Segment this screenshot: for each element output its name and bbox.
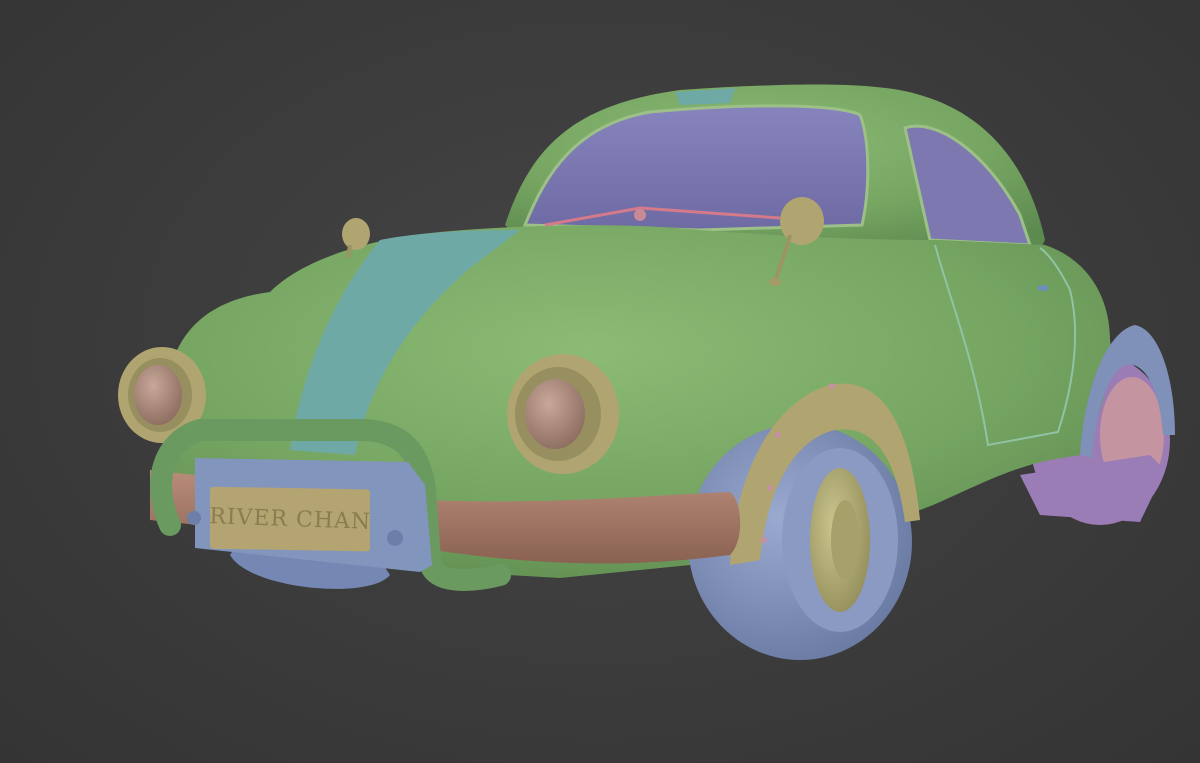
3d-viewport[interactable]: RIVER CHAN bbox=[0, 0, 1200, 763]
headlight-right bbox=[507, 354, 619, 474]
door-handle bbox=[1037, 285, 1049, 291]
wiper-pivot bbox=[634, 209, 646, 221]
car-render: RIVER CHAN bbox=[118, 84, 1175, 660]
